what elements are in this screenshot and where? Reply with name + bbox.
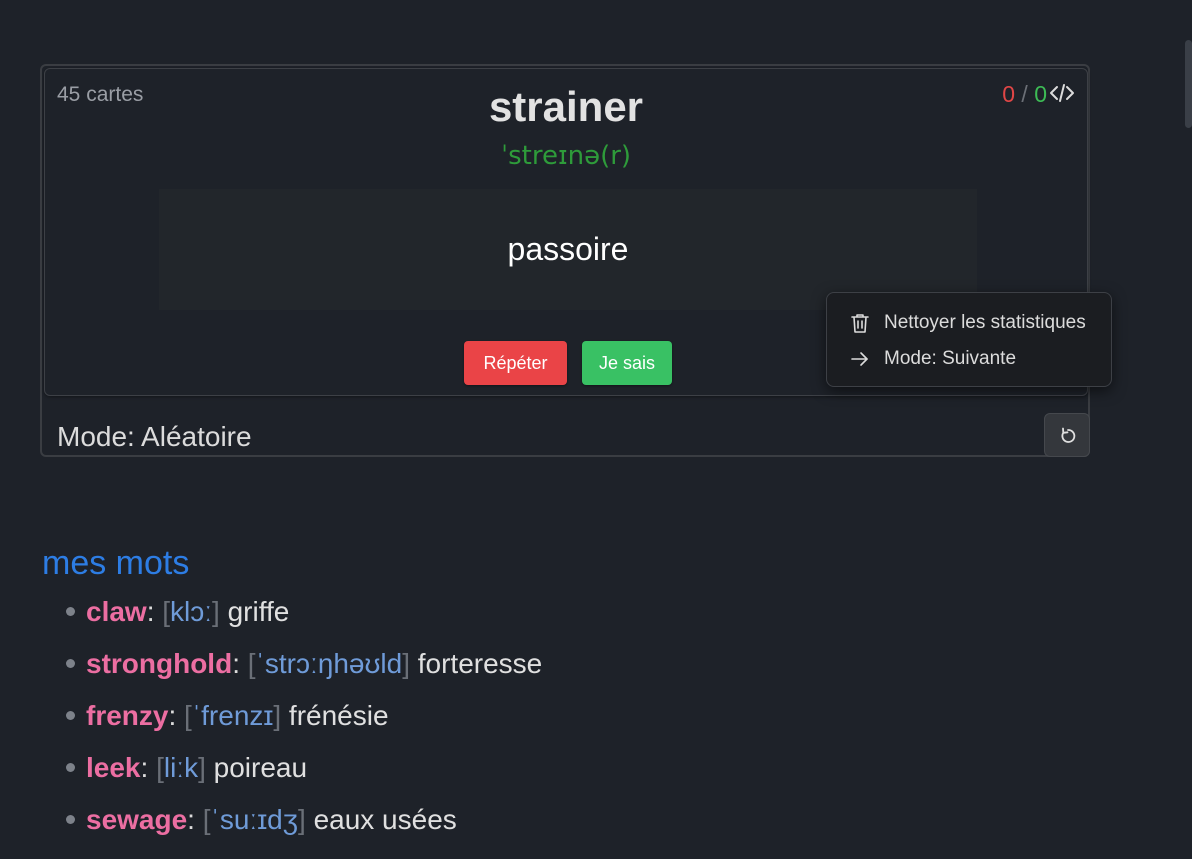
context-menu: Nettoyer les statistiques Mode: Suivante (826, 292, 1112, 387)
card-word: strainer (488, 83, 644, 130)
mode-label: Mode: Aléatoire (57, 421, 252, 452)
word-ipa: ˈsuːɪdʒ (210, 804, 298, 835)
menu-item-clear-stats[interactable]: Nettoyer les statistiques (827, 305, 1111, 339)
menu-item-label: Nettoyer les statistiques (884, 312, 1086, 333)
word-translation: frénésie (288, 700, 389, 731)
reset-icon (1061, 427, 1076, 443)
bullet (66, 815, 75, 824)
score-separator: / (1021, 81, 1028, 107)
flashcard-widget: 45 cartes strainer ˈstreɪnə(r) 0 / 0 pas… (40, 64, 1090, 457)
trash-icon (849, 312, 871, 334)
word-term: sewage (86, 804, 188, 835)
word-list-title: mes mots (42, 544, 190, 582)
score: 0 / 0 (1002, 81, 1047, 108)
menu-item-mode-next[interactable]: Mode: Suivante (827, 341, 1111, 375)
word-translation: eaux usées (313, 804, 457, 835)
list-item: claw: [klɔː] griffe (64, 590, 542, 642)
bullet (66, 763, 75, 772)
code-icon[interactable] (1049, 83, 1075, 103)
menu-item-label: Mode: Suivante (884, 348, 1017, 369)
score-wrong: 0 (1002, 81, 1016, 107)
card-translation: passoire (507, 231, 629, 267)
arrow-right-icon (849, 348, 871, 370)
word-term: claw (86, 596, 147, 627)
word-term: leek (86, 752, 141, 783)
reset-button[interactable] (1044, 413, 1090, 457)
know-button[interactable]: Je sais (582, 341, 672, 385)
list-item: sewage: [ˈsuːɪdʒ] eaux usées (64, 798, 542, 850)
card-phonetic: ˈstreɪnə(r) (500, 141, 632, 171)
word-ipa: ˈfrenzɪ (191, 700, 274, 731)
word-ipa: liːk (163, 752, 199, 783)
word-term: stronghold (86, 648, 233, 679)
word-translation: griffe (227, 596, 290, 627)
list-item: frenzy: [ˈfrenzɪ] frénésie (64, 694, 542, 746)
list-item: leek: [liːk] poireau (64, 746, 542, 798)
score-right: 0 (1034, 81, 1047, 107)
bullet (66, 607, 75, 616)
word-translation: forteresse (417, 648, 543, 679)
repeat-button[interactable]: Répéter (464, 341, 567, 385)
word-ipa: klɔː (170, 596, 213, 627)
list-item: stronghold: [ˈstrɔːŋhəʊld] forteresse (64, 642, 542, 694)
word-translation: poireau (213, 752, 308, 783)
scrollbar[interactable] (1185, 40, 1192, 128)
word-list: claw: [klɔː] griffe stronghold: [ˈstrɔːŋ… (64, 590, 542, 850)
bullet (66, 659, 75, 668)
word-term: frenzy (86, 700, 169, 731)
word-ipa: ˈstrɔːŋhəʊld (255, 648, 403, 679)
bullet (66, 711, 75, 720)
